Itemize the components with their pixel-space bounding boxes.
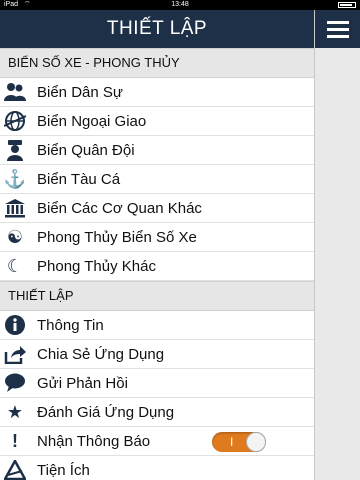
star-icon: ★: [6, 401, 24, 422]
toggle-knob: [246, 432, 266, 452]
menu-item-label: Thông Tin: [37, 316, 104, 334]
menu-item-military-plates[interactable]: Biển Quân Đội: [0, 136, 314, 165]
menu-item-label: Nhận Thông Báo: [37, 432, 151, 450]
menu-item-label: Biển Tàu Cá: [37, 170, 121, 188]
menu-item-label: Đánh Giá Ứng Dụng: [37, 403, 175, 421]
clock: 13:48: [171, 1, 189, 8]
people-icon: [3, 80, 27, 104]
moon-icon: ☾: [6, 255, 24, 276]
notifications-toggle[interactable]: I: [212, 432, 266, 452]
exclamation-icon: !: [12, 430, 18, 451]
battery-icon: [338, 2, 356, 8]
toggle-on-label: I: [230, 435, 234, 449]
nav-title: THIẾT LẬP: [0, 10, 314, 48]
menu-item-notifications: ! Nhận Thông Báo I: [0, 427, 314, 456]
settings-panel: THIẾT LẬP BIỂN SỐ XE - PHONG THỦY Biển D…: [0, 10, 315, 480]
tools-icon: [3, 458, 27, 480]
menu-item-label: Biển Quân Đội: [37, 141, 135, 159]
hamburger-line: [326, 20, 349, 24]
section-header-license-plates: BIỂN SỐ XE - PHONG THỦY: [0, 48, 314, 78]
status-bar: iPad ⌔ 13:48: [0, 0, 360, 10]
menu-item-plate-feng-shui[interactable]: ☯ Phong Thủy Biển Số Xe: [0, 223, 314, 252]
menu-item-info[interactable]: Thông Tin: [0, 311, 314, 340]
menu-item-send-feedback[interactable]: Gửi Phản Hồi: [0, 369, 314, 398]
building-icon: [3, 196, 27, 220]
menu-item-label: Gửi Phản Hồi: [37, 374, 128, 392]
menu-item-label: Phong Thủy Khác: [37, 257, 156, 275]
soldier-icon: [3, 138, 27, 162]
menu-item-share-app[interactable]: Chia Sẻ Ứng Dụng: [0, 340, 314, 369]
menu-item-label: Tiện Ích: [37, 461, 90, 479]
hamburger-menu-button[interactable]: [315, 10, 360, 48]
menu-item-rate-app[interactable]: ★ Đánh Giá Ứng Dụng: [0, 398, 314, 427]
menu-item-other-feng-shui[interactable]: ☾ Phong Thủy Khác: [0, 252, 314, 281]
menu-item-civil-plates[interactable]: Biển Dân Sự: [0, 78, 314, 107]
menu-item-label: Biển Ngoại Giao: [37, 112, 147, 130]
speech-bubble-icon: [3, 371, 27, 395]
menu-item-diplomatic-plates[interactable]: Biển Ngoại Giao: [0, 107, 314, 136]
menu-item-fishing-boat-plates[interactable]: ⚓ Biển Tàu Cá: [0, 165, 314, 194]
info-icon: [3, 313, 27, 337]
globe-icon: [3, 109, 27, 133]
menu-item-label: Biển Dân Sự: [37, 83, 123, 101]
menu-item-label: Chia Sẻ Ứng Dụng: [37, 345, 165, 363]
menu-item-other-agency-plates[interactable]: Biển Các Cơ Quan Khác: [0, 194, 314, 223]
share-icon: [3, 342, 27, 366]
menu-item-utilities[interactable]: Tiện Ích: [0, 456, 314, 480]
hamburger-line: [326, 27, 349, 31]
menu-item-label: Biển Các Cơ Quan Khác: [37, 199, 202, 217]
yin-yang-icon: ☯: [6, 226, 24, 247]
hamburger-line: [326, 34, 349, 38]
menu-item-label: Phong Thủy Biển Số Xe: [37, 228, 197, 246]
anchor-icon: ⚓: [3, 168, 27, 189]
section-header-settings: THIẾT LẬP: [0, 281, 314, 311]
